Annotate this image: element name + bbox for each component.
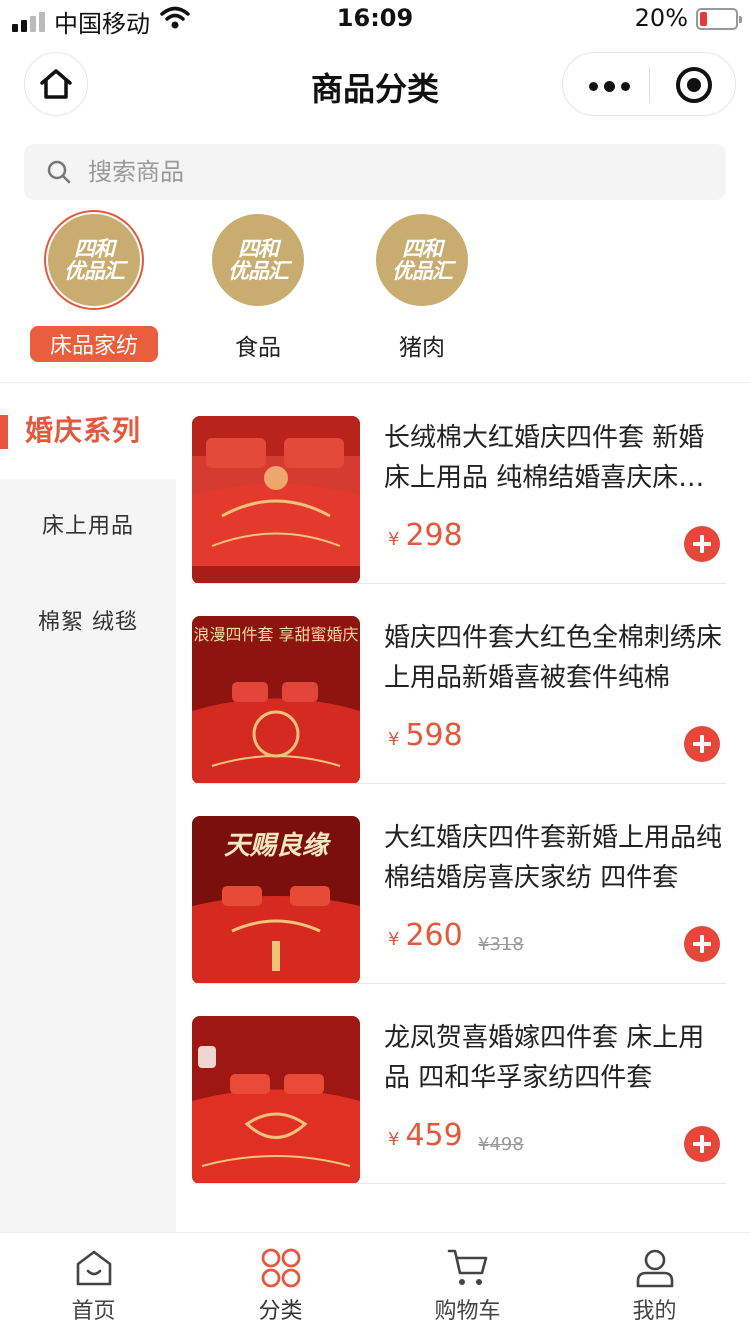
svg-text:天赐良缘: 天赐良缘 [224, 831, 331, 861]
tab-cart[interactable]: 购物车 [374, 1233, 561, 1334]
product-card[interactable]: 浪漫四件套 享甜蜜婚庆 婚庆四件套大红色全棉刺绣床上用品新婚喜被套件纯棉 ¥59… [192, 584, 726, 784]
add-to-cart-button[interactable] [684, 926, 720, 962]
tab-label: 首页 [71, 1299, 116, 1324]
sidebar: 婚庆系列 床上用品 棉絮 绒毯 [0, 383, 176, 1233]
svg-text:浪漫四件套 享甜蜜婚庆: 浪漫四件套 享甜蜜婚庆 [193, 625, 358, 644]
battery-percent: 20% [634, 4, 688, 32]
original-price: ¥498 [478, 1134, 524, 1155]
top-category-label: 床品家纺 [29, 326, 158, 362]
add-to-cart-button[interactable] [684, 1126, 720, 1162]
mini-program-capsule [562, 52, 736, 116]
more-button[interactable] [589, 81, 630, 92]
product-title: 龙凤贺喜婚嫁四件套 床上用品 四和华孚家纺四件套 [384, 1023, 705, 1093]
tab-label: 我的 [632, 1299, 677, 1324]
tab-label: 分类 [258, 1299, 303, 1324]
brand-logo: 四和 优品汇 [376, 214, 468, 306]
tab-profile[interactable]: 我的 [561, 1233, 748, 1334]
product-price: ¥298 [388, 518, 463, 553]
product-title: 大红婚庆四件套新婚上用品纯棉结婚房喜庆家纺 四件套 [384, 823, 723, 893]
sidebar-item-quilts[interactable]: 棉絮 绒毯 [0, 575, 176, 671]
product-card[interactable]: 天赐良缘 大红婚庆四件套新婚上用品纯棉结婚房喜庆家纺 四件套 ¥260 ¥318 [192, 784, 726, 984]
status-bar: 中国移动 16:09 20% [0, 0, 750, 40]
user-icon [636, 1249, 674, 1288]
navigation-bar: 商品分类 [0, 50, 750, 118]
top-category-label: 猪肉 [399, 335, 445, 361]
product-title: 婚庆四件套大红色全棉刺绣床上用品新婚喜被套件纯棉 [384, 623, 723, 693]
product-image [192, 416, 360, 584]
capsule-divider [649, 67, 650, 103]
product-price: ¥459 [388, 1118, 463, 1153]
home-icon [76, 1250, 112, 1286]
sidebar-item-bedding[interactable]: 床上用品 [0, 479, 176, 575]
tab-bar: 首页 分类 购物车 我的 [0, 1232, 750, 1334]
tab-home[interactable]: 首页 [0, 1233, 187, 1334]
product-price: ¥260 [388, 918, 463, 953]
brand-logo: 四和 优品汇 [212, 214, 304, 306]
product-image [192, 1016, 360, 1184]
product-image: 天赐良缘 [192, 816, 360, 984]
top-category-food[interactable]: 四和 优品汇 食品 [188, 214, 328, 364]
sidebar-item-wedding[interactable]: 婚庆系列 [0, 383, 176, 479]
product-title: 长绒棉大红婚庆四件套 新婚床上用品 纯棉结婚喜庆床单被套 [384, 423, 705, 493]
cart-icon [447, 1249, 488, 1285]
close-miniprogram-button[interactable] [676, 67, 712, 103]
category-icon [261, 1248, 301, 1288]
product-card[interactable]: 龙凤贺喜婚嫁四件套 床上用品 四和华孚家纺四件套 ¥459 ¥498 [192, 984, 726, 1184]
top-category-label: 食品 [235, 335, 281, 361]
original-price: ¥318 [478, 934, 524, 955]
search-input[interactable] [88, 144, 688, 200]
product-price: ¥598 [388, 718, 463, 753]
tab-category[interactable]: 分类 [187, 1233, 374, 1334]
search-icon [47, 160, 71, 184]
product-image: 浪漫四件套 享甜蜜婚庆 [192, 616, 360, 784]
top-category-pork[interactable]: 四和 优品汇 猪肉 [352, 214, 492, 364]
search-bar[interactable] [24, 144, 726, 200]
add-to-cart-button[interactable] [684, 726, 720, 762]
product-card[interactable]: 长绒棉大红婚庆四件套 新婚床上用品 纯棉结婚喜庆床单被套 ¥298 [192, 384, 726, 584]
add-to-cart-button[interactable] [684, 526, 720, 562]
brand-logo: 四和 优品汇 [48, 214, 140, 306]
battery-icon [696, 8, 742, 30]
tab-label: 购物车 [434, 1299, 501, 1324]
top-category-bedding[interactable]: 四和 优品汇 床品家纺 [24, 214, 164, 364]
divider [192, 1183, 726, 1184]
